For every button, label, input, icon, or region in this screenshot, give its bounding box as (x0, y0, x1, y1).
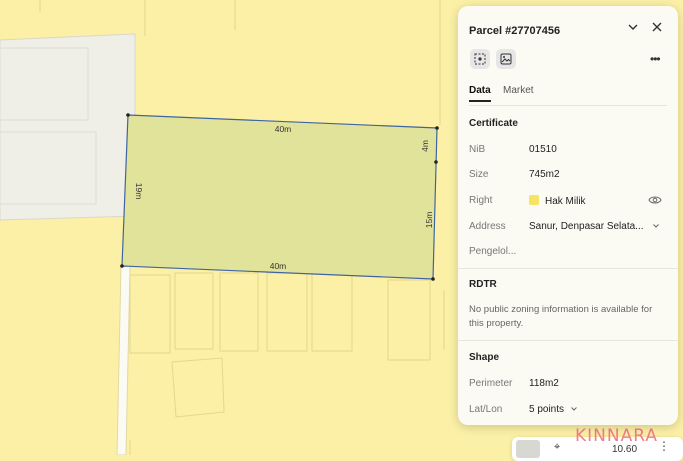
divider (458, 268, 678, 269)
building-block (0, 33, 136, 221)
nib-label: NiB (469, 144, 486, 155)
edge-label-bottom: 40m (270, 261, 287, 271)
edge-label-left: 19m (134, 183, 144, 200)
parcel-panel: Parcel #27707456 ••• Data Market Certifi… (458, 6, 678, 425)
size-label: Size (469, 169, 489, 180)
divider (458, 340, 678, 341)
size-value: 745m2 (529, 169, 560, 180)
right-label: Right (469, 195, 493, 206)
address-chevron-icon[interactable] (652, 222, 660, 230)
latlon-label: Lat/Lon (469, 404, 503, 415)
address-value: Sanur, Denpasar Selata... (529, 221, 644, 232)
certificate-title: Certificate (469, 118, 518, 129)
close-icon[interactable] (649, 19, 665, 35)
eye-icon[interactable] (648, 194, 662, 206)
thumbnail-icon (516, 440, 540, 458)
perimeter-label: Perimeter (469, 378, 513, 389)
tab-data[interactable]: Data (469, 85, 491, 102)
more-options-icon[interactable]: ••• (650, 52, 661, 66)
panel-title: Parcel #27707456 (469, 25, 561, 37)
right-value: Hak Milik (545, 196, 586, 207)
perimeter-value: 118m2 (529, 378, 559, 389)
edge-label-right-lower: 15m (424, 212, 434, 229)
latlon-chevron-icon[interactable] (570, 405, 578, 413)
selected-parcel[interactable] (121, 114, 438, 280)
image-icon (500, 53, 512, 65)
tab-market[interactable]: Market (503, 85, 534, 96)
watermark-text: KINNARA (575, 426, 658, 446)
rdtr-title: RDTR (469, 279, 497, 290)
edge-label-right-upper: 4m (420, 140, 430, 152)
nib-value: 01510 (529, 144, 557, 155)
edge-label-top: 40m (275, 124, 292, 134)
compass-icon[interactable]: ⌖ (554, 441, 560, 454)
pengelola-label: Pengelol... (469, 246, 517, 257)
right-value-row: Hak Milik (529, 195, 586, 207)
latlon-value[interactable]: 5 points (529, 404, 564, 415)
select-area-button[interactable] (470, 49, 490, 69)
select-area-icon (474, 53, 486, 65)
right-color-swatch (529, 195, 539, 205)
panel-header: Parcel #27707456 (469, 21, 666, 37)
rdtr-note: No public zoning information is availabl… (469, 304, 653, 329)
image-button[interactable] (496, 49, 516, 69)
panel-tabs: Data Market (469, 85, 667, 106)
shape-title: Shape (469, 352, 500, 363)
chevron-down-icon[interactable] (625, 19, 641, 35)
address-label: Address (469, 221, 506, 232)
